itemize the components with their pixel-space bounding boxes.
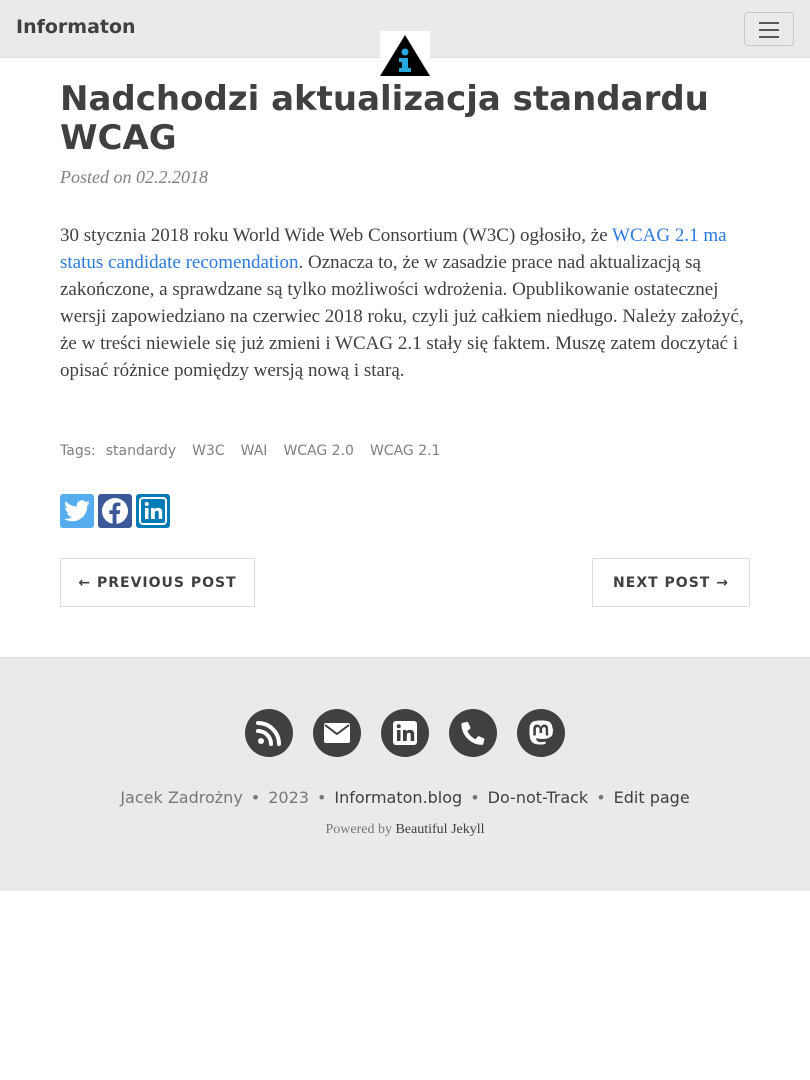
tag-link[interactable]: WCAG 2.1 [370, 443, 441, 459]
avatar[interactable] [380, 31, 430, 77]
linkedin-link[interactable] [381, 709, 429, 757]
email-link[interactable] [313, 709, 361, 757]
powered-by: Powered by Beautiful Jekyll [0, 822, 810, 838]
tag-link[interactable]: standardy [106, 443, 176, 459]
separator: • [316, 788, 327, 807]
footer-author: Jacek Zadrożny [120, 788, 243, 807]
share-facebook-button[interactable] [98, 494, 132, 528]
post-body-text: 30 stycznia 2018 roku World Wide Web Con… [60, 225, 613, 246]
linkedin-icon [393, 721, 417, 745]
menu-toggle-button[interactable] [744, 12, 794, 46]
twitter-icon [64, 500, 90, 522]
rss-link[interactable] [245, 709, 293, 757]
post-date: Posted on 02.2.2018 [60, 167, 208, 187]
beautiful-jekyll-link[interactable]: Beautiful Jekyll [395, 822, 484, 837]
footer: Jacek Zadrożny • 2023 • Informaton.blog • Do-n… [0, 657, 810, 891]
facebook-icon [102, 498, 128, 524]
hamburger-menu-icon [759, 22, 779, 24]
separator: • [250, 788, 261, 807]
previous-post-button[interactable]: ← PREVIOUS POST [60, 558, 255, 607]
mastodon-link[interactable] [517, 709, 565, 757]
powered-by-prefix: Powered by [325, 822, 392, 837]
share-twitter-button[interactable] [60, 494, 94, 528]
phone-link[interactable] [449, 709, 497, 757]
footer-year: 2023 [268, 788, 309, 807]
next-post-button[interactable]: NEXT POST → [592, 558, 750, 607]
tags: Tags: standardy W3C WAI WCAG 2.0 WCAG 2.… [60, 443, 456, 459]
do-not-track-link[interactable]: Do-not-Track [488, 788, 589, 807]
separator: • [470, 788, 480, 807]
tag-link[interactable]: WAI [241, 443, 268, 459]
tags-label: Tags: [60, 443, 96, 459]
post-body: 30 stycznia 2018 roku World Wide Web Con… [60, 222, 750, 384]
envelope-icon [324, 723, 350, 743]
rss-icon [256, 721, 281, 746]
information-logo-icon [380, 35, 430, 76]
footer-site-link[interactable]: Informaton.blog [334, 788, 462, 807]
separator: • [596, 788, 606, 807]
brand-link[interactable]: Informaton [16, 16, 136, 38]
linkedin-icon [139, 497, 167, 525]
tag-link[interactable]: WCAG 2.0 [283, 443, 354, 459]
footer-copyright: Jacek Zadrożny • 2023 • Informaton.blog • Do-n… [0, 788, 810, 807]
phone-icon [461, 721, 485, 745]
page-title: Nadchodzi aktualizacja standardu WCAG [60, 79, 709, 158]
footer-social-links [245, 709, 585, 757]
mastodon-icon [529, 720, 553, 745]
share-linkedin-button[interactable] [136, 494, 170, 528]
share-buttons [60, 494, 174, 528]
edit-page-link[interactable]: Edit page [614, 788, 690, 807]
tag-link[interactable]: W3C [192, 443, 225, 459]
